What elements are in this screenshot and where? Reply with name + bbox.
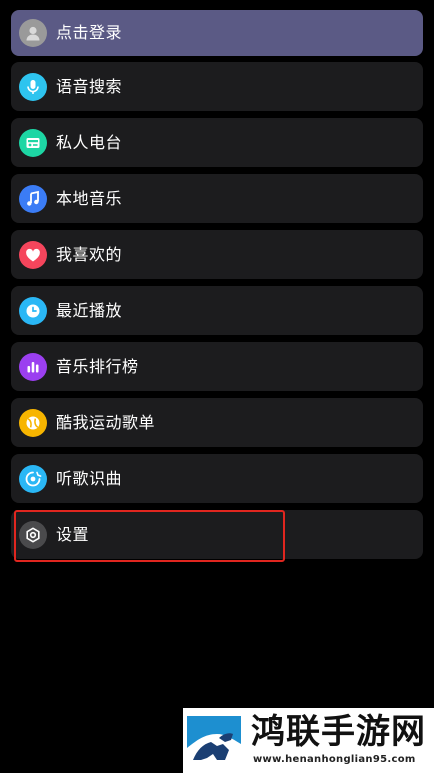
menu-item-label: 本地音乐 <box>56 188 123 208</box>
menu-item-label: 我喜欢的 <box>56 244 123 264</box>
menu-item-label: 最近播放 <box>56 300 123 320</box>
menu-item-private-radio[interactable]: 私人电台 <box>11 118 423 167</box>
watermark-url: www.henanhonglian95.com <box>253 754 416 765</box>
login-button[interactable]: 点击登录 <box>11 10 423 56</box>
login-label: 点击登录 <box>56 23 123 42</box>
menu-item-recent-play[interactable]: 最近播放 <box>11 286 423 335</box>
menu-item-voice-search[interactable]: 语音搜索 <box>11 62 423 111</box>
menu-item-label: 听歌识曲 <box>56 468 123 488</box>
watermark-title: 鸿联手游网 <box>251 712 426 752</box>
avatar-icon <box>19 19 47 47</box>
menu-item-local-music[interactable]: 本地音乐 <box>11 174 423 223</box>
menu-item-settings[interactable]: 设置 <box>11 510 423 559</box>
menu-item-music-chart[interactable]: 音乐排行榜 <box>11 342 423 391</box>
watermark-text: 鸿联手游网 www.henanhonglian95.com <box>245 708 434 773</box>
menu-item-sports-playlist[interactable]: 酷我运动歌单 <box>11 398 423 447</box>
heart-icon <box>19 240 47 269</box>
bar-chart-icon <box>19 352 47 381</box>
clock-icon <box>19 296 47 325</box>
music-recognition-icon <box>19 464 47 493</box>
menu-item-song-recognition[interactable]: 听歌识曲 <box>11 454 423 503</box>
radio-icon <box>19 128 47 157</box>
sports-ball-icon <box>19 408 47 437</box>
menu-item-label: 语音搜索 <box>56 76 123 96</box>
settings-hexagon-icon <box>19 520 47 549</box>
watermark-logo-icon <box>183 708 245 773</box>
watermark: 鸿联手游网 www.henanhonglian95.com <box>183 708 434 773</box>
menu-item-label: 私人电台 <box>56 132 123 152</box>
microphone-icon <box>19 72 47 101</box>
music-note-icon <box>19 184 47 213</box>
drawer-menu: 点击登录 语音搜索 私人电台 本地音乐 我喜欢的 最近播放 音乐排行榜 酷我运动… <box>0 0 434 773</box>
menu-item-label: 酷我运动歌单 <box>56 412 156 432</box>
menu-item-label: 音乐排行榜 <box>56 356 139 376</box>
menu-item-favorites[interactable]: 我喜欢的 <box>11 230 423 279</box>
menu-item-label: 设置 <box>56 524 90 544</box>
